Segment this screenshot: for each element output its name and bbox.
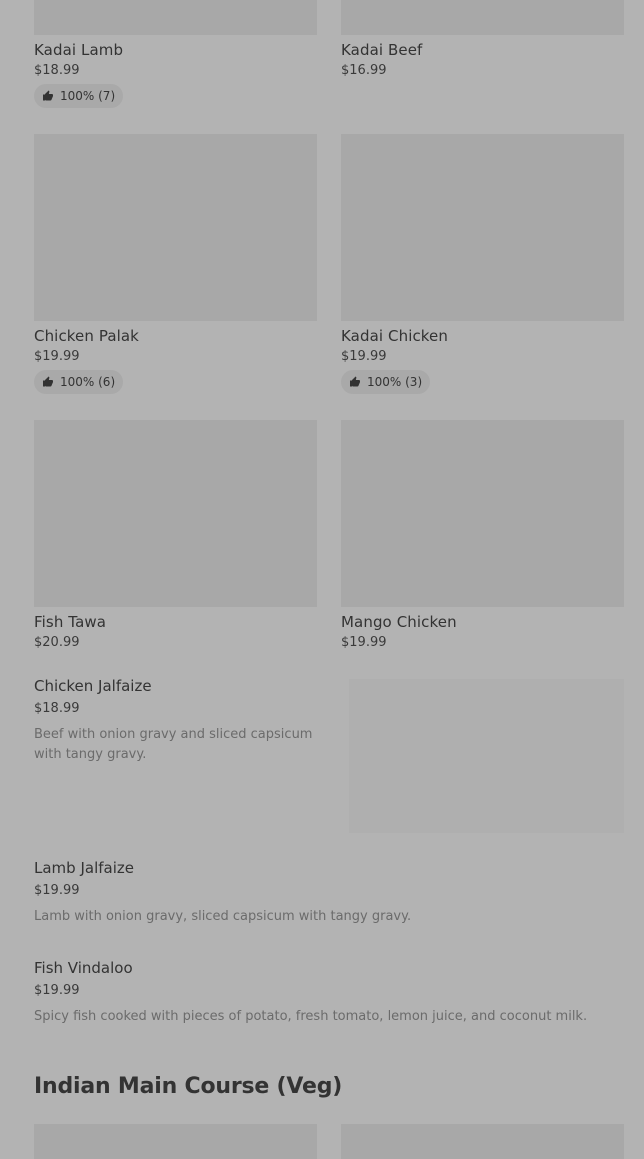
menu-item-price: $18.99	[34, 63, 80, 78]
menu-item-name: Fish Tawa	[34, 613, 107, 631]
menu-item-price: $18.99	[34, 701, 80, 716]
menu-item-name: Mango Chicken	[341, 613, 457, 631]
menu-item-description: Beef with onion gravy and sliced capsicu…	[34, 727, 313, 762]
menu-item-price: $19.99	[34, 883, 80, 898]
menu-item-image	[341, 420, 624, 607]
menu-item-price: $20.99	[34, 635, 80, 650]
menu-item-description: Spicy fish cooked with pieces of potato,…	[34, 1009, 588, 1024]
thumbs-up-icon	[349, 376, 361, 388]
menu-item-name: Lamb Jalfaize	[34, 859, 134, 877]
menu-item-card[interactable]: Mango Chicken $19.99	[341, 420, 624, 651]
menu-item-name: Chicken Palak	[34, 327, 139, 345]
rating-text: 100% (7)	[60, 89, 116, 103]
section-heading: Indian Main Course (Veg)	[34, 1074, 343, 1099]
menu-item-image	[34, 0, 317, 35]
menu-item-image	[34, 134, 317, 321]
menu-item-card[interactable]: Fish Tawa $20.99	[34, 420, 317, 651]
menu-item-image[interactable]	[34, 1124, 317, 1159]
thumbs-up-icon	[42, 90, 54, 102]
menu-item-card[interactable]: Chicken Palak $19.99 100% (6)	[34, 134, 317, 394]
rating-badge: 100% (7)	[34, 84, 124, 108]
menu-item-image	[34, 420, 317, 607]
menu-list-item[interactable]: Fish Vindaloo $19.99 Spicy fish cooked w…	[34, 958, 624, 1027]
menu-item-name: Kadai Beef	[341, 41, 423, 59]
menu-item-price: $16.99	[341, 63, 387, 78]
menu-item-image[interactable]	[341, 1124, 624, 1159]
menu-item-name: Chicken Jalfaize	[34, 677, 152, 695]
rating-badge: 100% (6)	[34, 370, 124, 394]
menu-item-name: Kadai Chicken	[341, 327, 448, 345]
menu-item-image	[341, 134, 624, 321]
rating-badge: 100% (3)	[341, 370, 431, 394]
rating-text: 100% (3)	[367, 375, 423, 389]
menu-item-name: Fish Vindaloo	[34, 959, 133, 977]
menu-item-price: $19.99	[341, 349, 387, 364]
menu-item-price: $19.99	[34, 983, 80, 998]
menu-item-card[interactable]: Kadai Beef $16.99	[341, 0, 624, 79]
menu-item-card[interactable]: Kadai Chicken $19.99 100% (3)	[341, 134, 624, 394]
menu-item-image	[341, 0, 624, 35]
thumbs-up-icon	[42, 376, 54, 388]
menu-item-price: $19.99	[341, 635, 387, 650]
menu-list-item[interactable]: Lamb Jalfaize $19.99 Lamb with onion gra…	[34, 858, 624, 927]
menu-item-description: Lamb with onion gravy, sliced capsicum w…	[34, 909, 412, 924]
menu-item-name: Kadai Lamb	[34, 41, 124, 59]
menu-item-image	[349, 679, 624, 833]
menu-list-item[interactable]: Chicken Jalfaize $18.99 Beef with onion …	[34, 676, 339, 765]
menu-item-price: $19.99	[34, 349, 80, 364]
menu-item-card[interactable]: Kadai Lamb $18.99 100% (7)	[34, 0, 317, 108]
rating-text: 100% (6)	[60, 375, 116, 389]
